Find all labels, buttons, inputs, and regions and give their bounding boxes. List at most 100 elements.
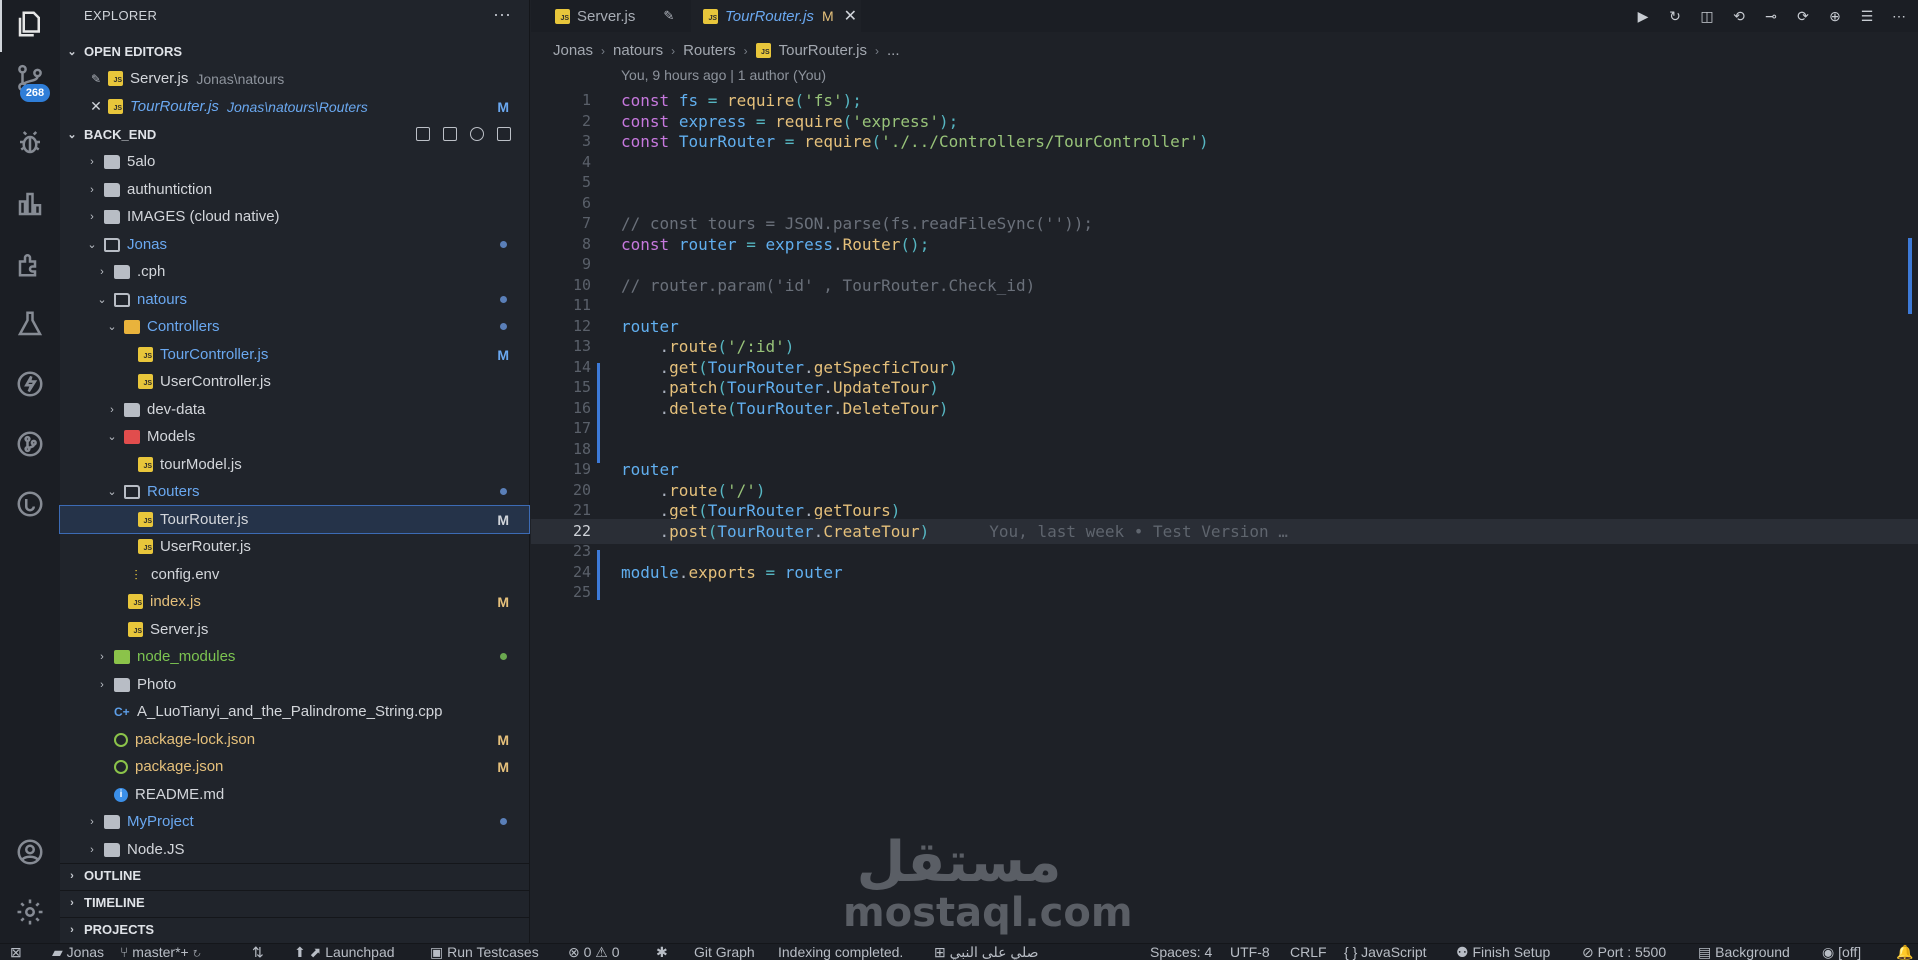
charts-icon[interactable] [12, 186, 48, 222]
tree-item-5alo[interactable]: › 5alo [60, 148, 529, 175]
tree-item-userrouter[interactable]: JS UserRouter.js [60, 533, 529, 560]
compare-icon[interactable]: ◫ [1698, 7, 1716, 25]
collapse-all-icon[interactable] [497, 127, 511, 141]
tree-item-dev-data[interactable]: › dev-data [60, 396, 529, 423]
tree-item-cph[interactable]: › .cph [60, 258, 529, 285]
tree-item-tourcontroller[interactable]: JS TourController.js M [60, 341, 529, 368]
git-graph-icon[interactable] [12, 426, 48, 462]
more-actions-icon[interactable]: ⋯ [1890, 7, 1908, 25]
status-live-server[interactable]: ⊘ Port : 5500 [1582, 944, 1666, 960]
refresh-icon[interactable] [470, 127, 484, 141]
go-back-icon[interactable]: ⟲ [1730, 7, 1748, 25]
more-actions-icon[interactable]: ··· [493, 4, 511, 25]
account-icon[interactable] [12, 834, 48, 870]
debug-status-icon[interactable]: ✱ [656, 944, 668, 960]
new-folder-icon[interactable] [443, 127, 457, 141]
tree-item-jonas[interactable]: ⌄ Jonas [60, 231, 529, 258]
breadcrumb-item[interactable]: TourRouter.js [779, 42, 867, 59]
code-line[interactable]: 25 [531, 580, 1918, 605]
new-file-icon[interactable] [416, 127, 430, 141]
settings-icon[interactable] [12, 894, 48, 930]
tree-item-authuntiction[interactable]: › authuntiction [60, 176, 529, 203]
modified-gutter-marker [597, 550, 600, 600]
open-editor-item[interactable]: ✕ JS TourRouter.js Jonas\natours\Routers… [60, 93, 529, 120]
watermark: مستقل mostaql.com [843, 835, 1133, 936]
breadcrumb-item[interactable]: Routers [683, 42, 736, 59]
status-preview[interactable]: ◉ [off] [1822, 944, 1861, 960]
tree-item-tourrouter[interactable]: JS TourRouter.js M [59, 505, 530, 534]
close-icon[interactable]: ✕ [88, 98, 104, 115]
tab-tourrouter-js[interactable]: JS TourRouter.js M ✕ [691, 0, 861, 32]
explorer-icon[interactable] [12, 6, 48, 42]
tree-item-package-json[interactable]: package.json M [60, 753, 529, 780]
chevron-down-icon: ⌄ [97, 294, 107, 306]
outline-header[interactable]: › OUTLINE [60, 863, 529, 887]
tree-item-readme[interactable]: i README.md [60, 781, 529, 808]
status-folder[interactable]: ▰ Jonas [52, 944, 104, 960]
projects-header[interactable]: › PROJECTS [60, 917, 529, 941]
tree-item-routers[interactable]: ⌄ Routers [60, 478, 529, 505]
back-end-header[interactable]: ⌄ BACK_END [60, 122, 529, 146]
tree-item-cpp-file[interactable]: C+ A_LuoTianyi_and_the_Palindrome_String… [60, 698, 529, 725]
status-indentation[interactable]: Spaces: 4 [1150, 944, 1212, 960]
extensions-icon[interactable] [12, 246, 48, 282]
notifications-icon[interactable]: 🔔 [1896, 944, 1913, 960]
split-editor-icon[interactable]: ☰ [1858, 7, 1876, 25]
status-indexing[interactable]: Indexing completed. [778, 944, 903, 960]
tree-item-photo[interactable]: › Photo [60, 671, 529, 698]
breadcrumb-item[interactable]: ... [887, 42, 900, 59]
blame-header[interactable]: You, 9 hours ago | 1 author (You) [621, 67, 826, 83]
tree-item-nodejs[interactable]: › Node.JS [60, 836, 529, 863]
status-reminder[interactable]: ⊞ صلي على النبي [934, 944, 1039, 960]
tree-item-usercontroller[interactable]: JS UserController.js [60, 368, 529, 395]
status-problems[interactable]: ⊗ 0 ⚠ 0 [568, 944, 620, 960]
tree-item-index-js[interactable]: JS index.js M [60, 588, 529, 615]
close-icon[interactable]: ✕ [844, 6, 857, 26]
git-graph-status-icon[interactable]: ⇅ [252, 944, 264, 960]
git-lens-icon[interactable]: ⊕ [1826, 7, 1844, 25]
breadcrumb-item[interactable]: natours [613, 42, 663, 59]
breadcrumb-item[interactable]: Jonas [553, 42, 593, 59]
tree-item-controllers[interactable]: ⌄ Controllers [60, 313, 529, 340]
commit-icon[interactable]: ⊸ [1762, 7, 1780, 25]
testing-icon[interactable] [12, 306, 48, 342]
tree-item-natours[interactable]: ⌄ natours [60, 286, 529, 313]
tree-item-models[interactable]: ⌄ Models [60, 423, 529, 450]
chevron-right-icon: › [601, 43, 606, 58]
tree-item-server-js[interactable]: JS Server.js [60, 616, 529, 643]
open-editors-header[interactable]: ⌄ OPEN EDITORS [60, 39, 529, 63]
tree-item-images[interactable]: › IMAGES (cloud native) [60, 203, 529, 230]
tree-item-myproject[interactable]: › MyProject [60, 808, 529, 835]
status-git-graph[interactable]: Git Graph [694, 944, 755, 960]
status-launchpad[interactable]: ⬆ ⬈ Launchpad [294, 944, 395, 960]
status-branch[interactable]: ⑂ master*+ ↻ [120, 944, 201, 960]
run-icon[interactable]: ▶ [1634, 7, 1652, 25]
status-encoding[interactable]: UTF-8 [1230, 944, 1270, 960]
restart-icon[interactable]: ↻ [1666, 7, 1684, 25]
modified-dot [500, 296, 507, 303]
tree-item-package-lock[interactable]: package-lock.json M [60, 726, 529, 753]
thunder-client-icon[interactable] [12, 366, 48, 402]
scrollbar-marker[interactable] [1908, 238, 1912, 314]
debug-icon[interactable] [12, 124, 48, 160]
pin-icon[interactable]: ✎ [663, 8, 674, 24]
status-finish-setup[interactable]: ⚉ Finish Setup [1456, 944, 1550, 960]
timeline-header[interactable]: › TIMELINE [60, 890, 529, 914]
status-language[interactable]: { } JavaScript [1344, 944, 1427, 960]
remote-icon[interactable] [12, 486, 48, 522]
chevron-down-icon: ⌄ [87, 239, 97, 251]
pin-icon[interactable]: ✎ [88, 72, 104, 86]
code-editor[interactable]: You, 9 hours ago | 1 author (You) 1 const… [531, 64, 1918, 943]
tree-item-tourmodel[interactable]: JS tourModel.js [60, 451, 529, 478]
tree-item-node-modules[interactable]: › node_modules [60, 643, 529, 670]
status-run-testcases[interactable]: ▣ Run Testcases [430, 944, 539, 960]
folder-icon [104, 842, 120, 857]
tab-server-js[interactable]: JS Server.js ✎ [543, 0, 691, 32]
open-editor-item[interactable]: ✎ JS Server.js Jonas\natours [60, 65, 529, 92]
go-forward-icon[interactable]: ⟳ [1794, 7, 1812, 25]
status-eol[interactable]: CRLF [1290, 944, 1327, 960]
remote-icon[interactable]: ⊠ [10, 944, 22, 960]
chevron-right-icon: › [90, 155, 94, 168]
status-background[interactable]: ▤ Background [1698, 944, 1790, 960]
tree-item-config-env[interactable]: ⫶ config.env [60, 561, 529, 588]
